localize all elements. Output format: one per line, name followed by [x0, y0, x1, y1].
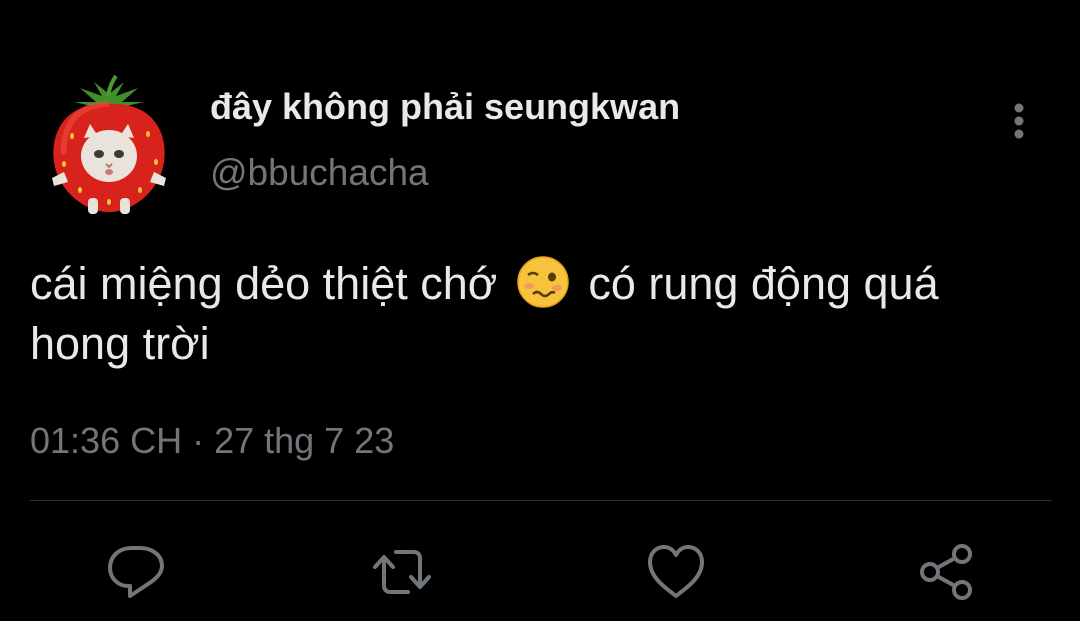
tweet-text: cái miệng dẻo thiệt chớ có rung động quá… [30, 254, 1040, 374]
avatar[interactable] [44, 74, 174, 216]
reply-icon [108, 546, 164, 598]
user-handle[interactable]: @bbuchacha [210, 152, 429, 194]
reply-button[interactable] [104, 540, 168, 604]
more-options-button[interactable] [1000, 98, 1038, 144]
share-icon [920, 544, 972, 600]
tweet-text-part1: cái miệng dẻo thiệt chớ [30, 258, 498, 309]
share-button[interactable] [914, 540, 978, 604]
vertical-dots-icon [1014, 103, 1024, 139]
like-icon [648, 545, 704, 598]
strawberry-cat-avatar-icon [52, 74, 166, 214]
tweet-timestamp[interactable]: 01:36 CH · 27 thg 7 23 [30, 420, 394, 462]
retweet-button[interactable] [370, 540, 434, 604]
like-button[interactable] [644, 540, 708, 604]
display-name[interactable]: đây không phải seungkwan [210, 86, 680, 128]
divider [30, 500, 1052, 501]
retweet-icon [373, 550, 431, 594]
woozy-face-icon [516, 255, 570, 309]
